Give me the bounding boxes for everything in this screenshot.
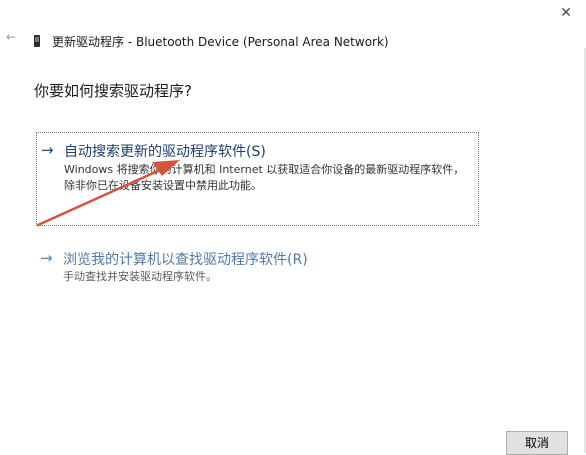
page-heading: 你要如何搜索驱动程序? [34,82,192,100]
annotation-arrow [36,160,180,227]
browse-computer-description: 手动查找并安装驱动程序软件。 [63,270,217,283]
browse-computer-title[interactable]: 浏览我的计算机以查找驱动程序软件(R) [63,249,308,269]
window-title: 更新驱动程序 - Bluetooth Device (Personal Area… [52,35,389,49]
auto-search-title[interactable]: 自动搜索更新的驱动程序软件(S) [64,141,266,161]
arrow-right-icon: → [41,141,54,159]
cancel-button[interactable]: 取消 [506,431,568,455]
device-icon [34,35,40,47]
back-arrow-icon[interactable]: ← [4,30,18,44]
auto-search-option[interactable]: → 自动搜索更新的驱动程序软件(S) Windows 将搜索你的计算机和 Int… [36,132,479,226]
close-icon[interactable]: ✕ [559,6,573,20]
title-bar: ← 更新驱动程序 - Bluetooth Device (Personal Ar… [0,0,586,49]
arrow-right-icon: → [40,249,53,267]
auto-search-description: Windows 将搜索你的计算机和 Internet 以获取适合你设备的最新驱动… [64,163,465,192]
browse-computer-option[interactable]: → 浏览我的计算机以查找驱动程序软件(R) 手动查找并安装驱动程序软件。 [36,245,479,295]
